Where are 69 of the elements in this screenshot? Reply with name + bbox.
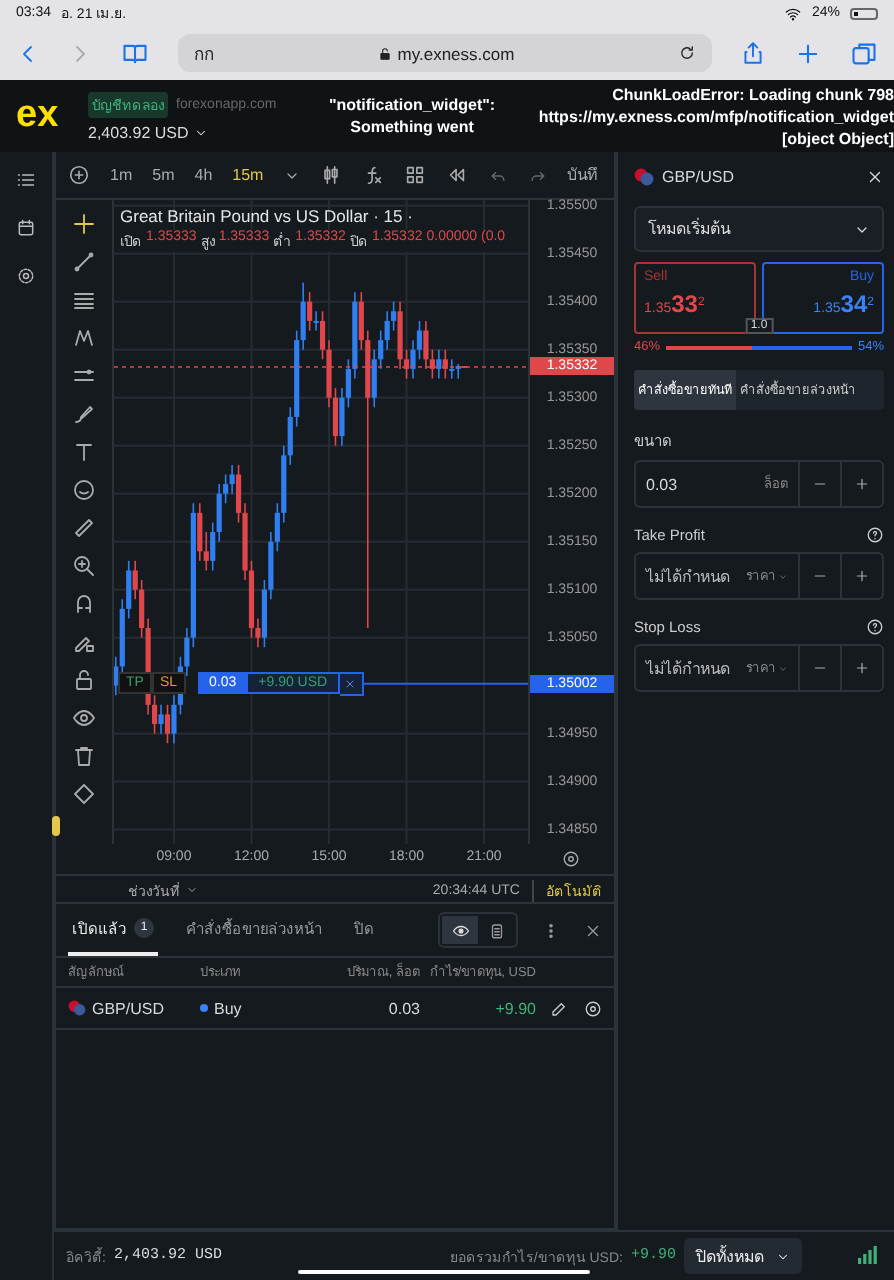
lock-icon [377, 45, 392, 61]
tabs-icon[interactable] [850, 39, 878, 67]
chevron-icon [776, 1249, 790, 1263]
balance-dropdown[interactable]: 2,403.92 USD [88, 123, 312, 141]
battery-icon [850, 7, 878, 19]
horizontal-lines-icon[interactable] [72, 288, 96, 312]
settings-icon[interactable] [16, 266, 36, 286]
zoom-in-icon[interactable] [72, 554, 96, 578]
signal-icon [858, 1246, 878, 1264]
book-icon[interactable] [120, 39, 150, 67]
error-text: [object Object] [781, 127, 894, 149]
table-cell-text: 0.03 [386, 999, 420, 1017]
chevron-icon [186, 884, 198, 896]
eye-icon [451, 921, 469, 939]
eye-icon[interactable] [72, 706, 96, 730]
table-cell: GBP/USD [92, 999, 165, 1017]
timeframe-button[interactable]: 1m [110, 166, 133, 184]
save-button[interactable]: บันทึ [567, 162, 598, 188]
layers-icon[interactable] [72, 782, 96, 806]
candles-icon[interactable] [319, 164, 342, 186]
rewind-icon[interactable] [445, 164, 468, 186]
close-position-icon[interactable] [584, 999, 602, 1017]
text-icon[interactable] [72, 440, 96, 464]
table-cell-text: +9.90 [493, 999, 536, 1017]
chevron-icon [194, 125, 209, 139]
smiley-icon[interactable] [72, 478, 96, 502]
chart-title: Great Britain Pound vs US Dollar · 15 · [120, 206, 415, 226]
collapse-handle[interactable] [52, 816, 60, 836]
trend-line-icon[interactable] [72, 250, 96, 274]
calendar-icon[interactable] [16, 218, 36, 238]
address-bar[interactable]: กก my.exness.com [178, 34, 712, 72]
trash-icon[interactable] [72, 744, 96, 768]
edit-icon[interactable] [550, 999, 568, 1017]
new-tab-icon[interactable] [794, 39, 822, 67]
buy-dot-icon [200, 1004, 208, 1012]
view-mode-button[interactable] [442, 916, 478, 944]
error-text: https://my.exness.com/mfp/notification_widget [538, 105, 894, 127]
help-icon[interactable] [866, 618, 884, 636]
timeframe-button[interactable]: 5m [152, 166, 175, 184]
settings-icon[interactable] [562, 850, 580, 868]
mode-dropdown[interactable]: โหมดเริ่มต้น [634, 206, 884, 252]
timeframe-button[interactable]: 4h [194, 166, 213, 184]
symbol-title: GBP/USD [662, 167, 735, 185]
crosshair-icon[interactable] [72, 212, 96, 236]
reload-icon[interactable] [678, 44, 696, 62]
flag-icon [68, 1000, 86, 1016]
ruler-icon[interactable] [72, 516, 96, 540]
close-icon[interactable] [584, 921, 602, 939]
magnet-icon[interactable] [72, 592, 96, 616]
close-icon [344, 677, 357, 690]
logo[interactable]: ex [16, 94, 68, 138]
error-text: Something went [350, 116, 474, 138]
share-icon[interactable] [740, 38, 766, 68]
clipboard-icon [487, 921, 505, 939]
add-indicator-icon[interactable] [68, 164, 90, 186]
timeframe-button[interactable]: 15m [232, 166, 264, 184]
lock-icon[interactable] [72, 668, 96, 692]
error-text: "notification_widget": [328, 94, 496, 116]
flag-icon [634, 167, 654, 185]
table-cell: Buy [214, 999, 242, 1017]
close-all-button[interactable]: ปิดทั้งหมด [684, 1238, 802, 1274]
pattern-icon[interactable] [72, 326, 96, 350]
wifi-icon [783, 5, 802, 21]
close-position-button[interactable] [339, 671, 364, 696]
help-icon[interactable] [866, 526, 884, 544]
brush-icon[interactable] [72, 402, 96, 426]
grid-icon[interactable] [403, 164, 426, 186]
error-text: ChunkLoadError: Loading chunk 798 [612, 83, 894, 105]
list-icon[interactable] [16, 170, 36, 190]
